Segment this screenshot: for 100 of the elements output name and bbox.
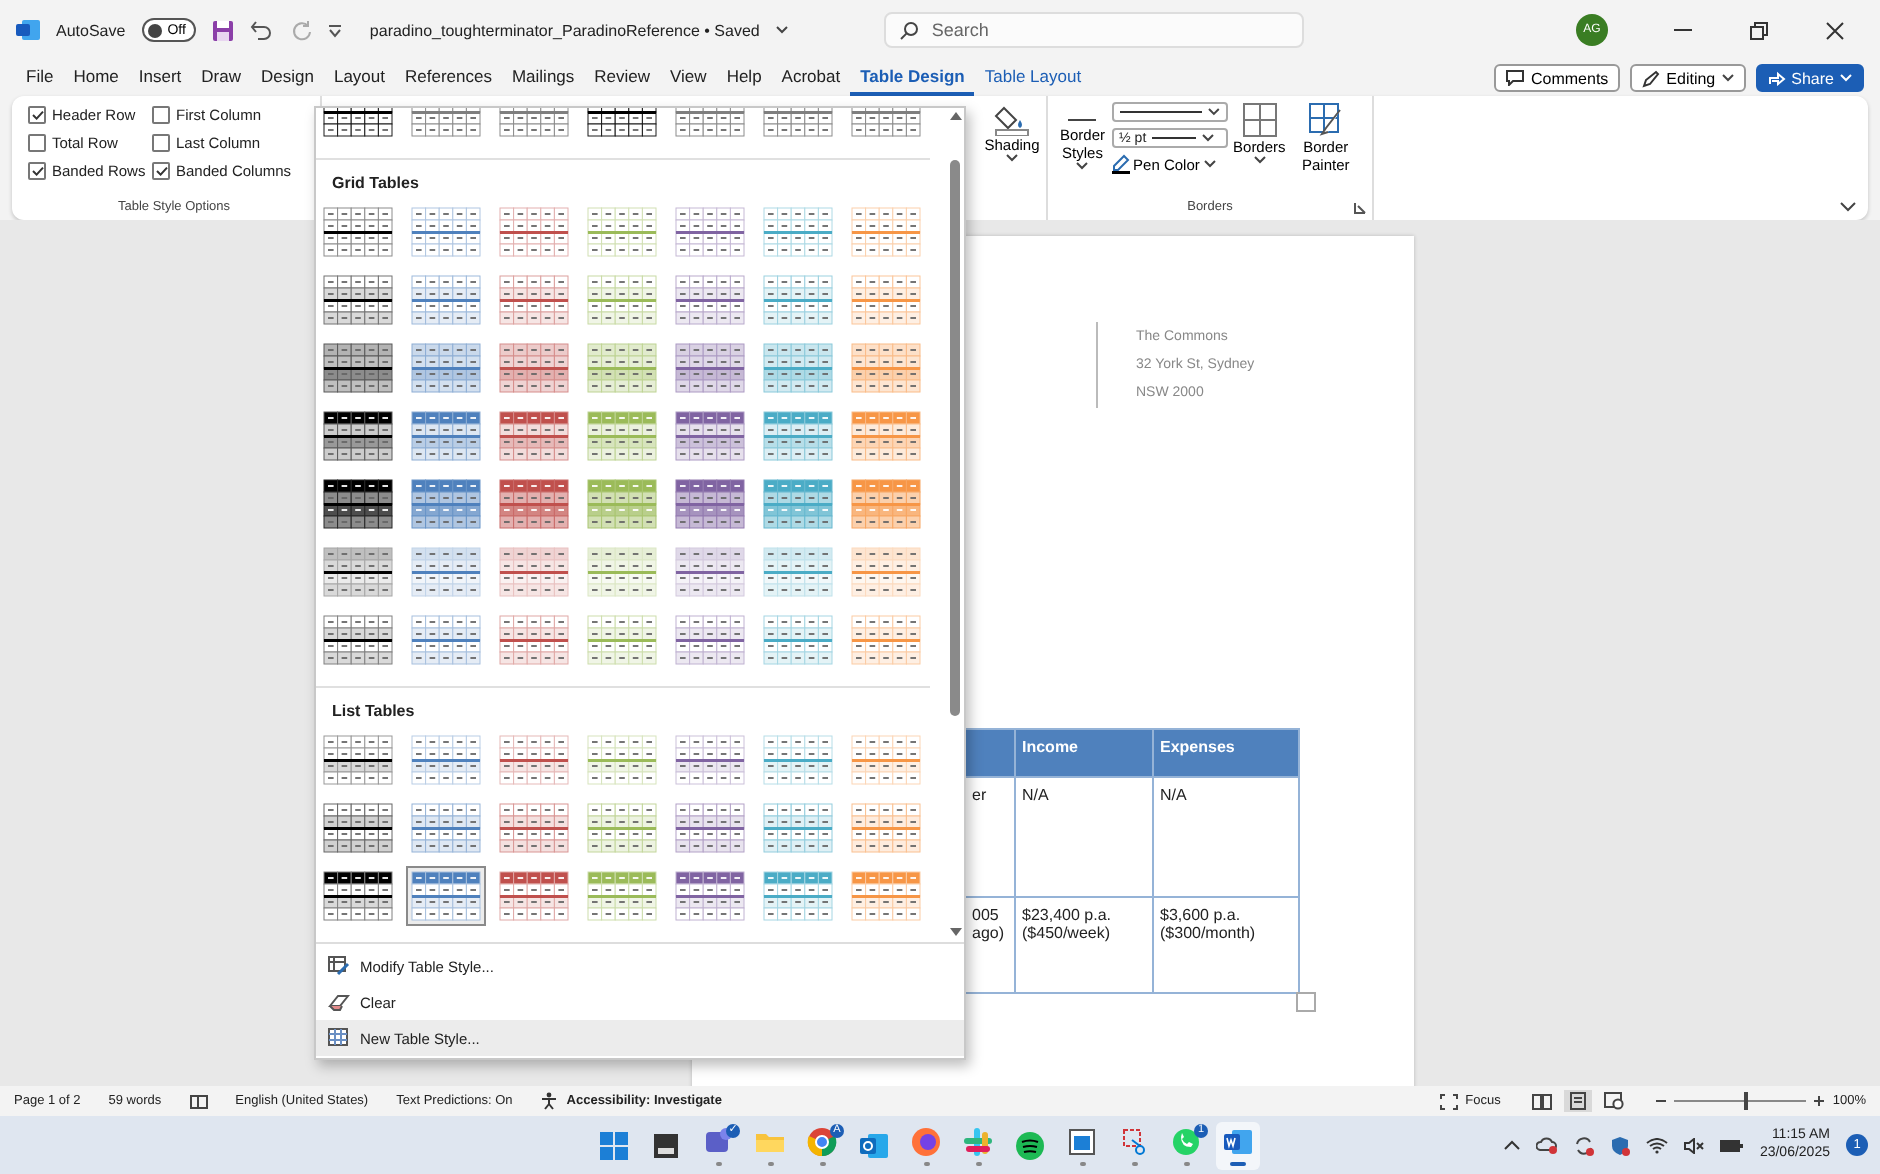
ribbon-tab[interactable]: Help	[716, 60, 772, 96]
proofing-icon[interactable]	[189, 1093, 208, 1109]
table-style-thumbnail[interactable]	[318, 406, 398, 466]
table-style-thumbnail[interactable]	[494, 338, 574, 398]
dialog-launcher-icon[interactable]	[1354, 202, 1366, 214]
table-style-thumbnail[interactable]	[846, 202, 926, 262]
view-button[interactable]	[1600, 1090, 1629, 1112]
table-style-thumbnail[interactable]	[846, 610, 926, 670]
table-style-thumbnail[interactable]	[670, 474, 750, 534]
table-style-thumbnail[interactable]	[318, 474, 398, 534]
table-style-thumbnail[interactable]	[582, 610, 662, 670]
table-style-thumbnail[interactable]	[582, 202, 662, 262]
cloud-icon[interactable]	[1535, 1136, 1558, 1154]
table-style-thumbnail[interactable]	[846, 542, 926, 602]
scroll-up-icon[interactable]	[949, 112, 961, 120]
table-style-thumbnail[interactable]	[670, 610, 750, 670]
line-style-dropdown[interactable]	[1111, 102, 1228, 122]
table-style-thumbnail[interactable]	[318, 866, 398, 926]
table-style-thumbnail[interactable]	[758, 542, 838, 602]
table-style-thumbnail[interactable]	[582, 798, 662, 858]
table-style-thumbnail[interactable]	[406, 798, 486, 858]
battery-icon[interactable]	[1719, 1137, 1744, 1153]
view-button[interactable]	[1564, 1090, 1593, 1112]
table-style-thumbnail[interactable]	[846, 338, 926, 398]
minimize-icon[interactable]	[1673, 28, 1691, 32]
ribbon-tab[interactable]: Insert	[128, 60, 192, 96]
table-style-thumbnail[interactable]	[758, 610, 838, 670]
table-style-thumbnail[interactable]	[494, 798, 574, 858]
table-style-thumbnail[interactable]	[670, 730, 750, 790]
table-style-thumbnail[interactable]	[406, 406, 486, 466]
table-style-thumbnail[interactable]	[758, 406, 838, 466]
table-style-thumbnail[interactable]	[758, 202, 838, 262]
table-style-thumbnail[interactable]	[406, 730, 486, 790]
table-style-thumbnail[interactable]	[670, 338, 750, 398]
speaker-muted-icon[interactable]	[1683, 1137, 1704, 1153]
chevron-up-icon[interactable]	[1503, 1140, 1520, 1150]
ribbon-tab[interactable]: Mailings	[501, 60, 585, 96]
table-style-thumbnail[interactable]	[494, 270, 574, 330]
zoom-slider-thumb[interactable]	[1743, 1092, 1748, 1110]
editing-button[interactable]: Editing	[1630, 64, 1746, 92]
ribbon-tab[interactable]: File	[16, 60, 64, 96]
table-style-thumbnail[interactable]	[846, 866, 926, 926]
undo-icon[interactable]	[249, 20, 274, 40]
sync-icon[interactable]	[1573, 1135, 1594, 1155]
table-style-thumbnail[interactable]	[318, 542, 398, 602]
collapse-ribbon-icon[interactable]	[1840, 202, 1856, 212]
table-style-thumbnail[interactable]	[318, 270, 398, 330]
close-icon[interactable]	[1825, 21, 1843, 39]
table-style-thumbnail[interactable]	[318, 730, 398, 790]
table-style-thumbnail[interactable]	[758, 798, 838, 858]
view-button[interactable]	[1528, 1090, 1557, 1112]
taskbar-app[interactable]	[1216, 1121, 1260, 1169]
table-style-thumbnail[interactable]	[494, 202, 574, 262]
table-style-thumbnail[interactable]	[582, 474, 662, 534]
ribbon-tab[interactable]: Acrobat	[771, 60, 851, 96]
customize-icon[interactable]	[327, 23, 342, 37]
table-style-thumbnail[interactable]	[494, 474, 574, 534]
zoom-out-icon[interactable]	[1656, 1096, 1667, 1106]
scroll-down-icon[interactable]	[949, 928, 961, 936]
table-style-thumbnail[interactable]	[406, 270, 486, 330]
ribbon-tab[interactable]: View	[660, 60, 717, 96]
table-style-thumbnail[interactable]	[758, 474, 838, 534]
wifi-icon[interactable]	[1645, 1137, 1668, 1153]
ribbon-tab[interactable]: Home	[63, 60, 129, 96]
table-style-thumbnail[interactable]	[670, 542, 750, 602]
table-style-thumbnail[interactable]	[582, 270, 662, 330]
table-style-thumbnail[interactable]	[670, 406, 750, 466]
table-style-thumbnail[interactable]	[406, 866, 486, 926]
table-style-thumbnail[interactable]	[846, 406, 926, 466]
table-style-thumbnail[interactable]	[670, 270, 750, 330]
table-style-thumbnail[interactable]	[494, 610, 574, 670]
table-style-thumbnail[interactable]	[670, 798, 750, 858]
table-style-thumbnail[interactable]	[758, 270, 838, 330]
table-style-thumbnail[interactable]	[406, 338, 486, 398]
document-title[interactable]: paradino_toughterminator_ParadinoReference • Saved	[369, 21, 760, 39]
table-style-thumbnail[interactable]	[758, 730, 838, 790]
table-style-thumbnail[interactable]	[846, 270, 926, 330]
ribbon-tab[interactable]: Draw	[191, 60, 251, 96]
table-style-thumbnail[interactable]	[582, 542, 662, 602]
ribbon-tab[interactable]: References	[395, 60, 502, 96]
zoom-in-icon[interactable]	[1814, 1096, 1825, 1106]
table-style-thumbnail[interactable]	[494, 542, 574, 602]
ribbon-tab[interactable]: Layout	[323, 60, 395, 96]
table-style-thumbnail[interactable]	[494, 866, 574, 926]
table-style-thumbnail[interactable]	[406, 610, 486, 670]
table-style-thumbnail[interactable]	[318, 202, 398, 262]
table-style-thumbnail[interactable]	[758, 338, 838, 398]
save-icon[interactable]	[211, 19, 234, 41]
table-style-thumbnail[interactable]	[582, 406, 662, 466]
table-style-thumbnail[interactable]	[846, 730, 926, 790]
table-style-thumbnail[interactable]	[318, 798, 398, 858]
shield-icon[interactable]	[1609, 1135, 1630, 1155]
table-style-thumbnail[interactable]	[670, 866, 750, 926]
scrollbar-thumb[interactable]	[950, 160, 960, 716]
table-style-thumbnail[interactable]	[582, 730, 662, 790]
ribbon-tab[interactable]: Review	[584, 60, 661, 96]
table-resize-handle[interactable]	[1296, 992, 1316, 1012]
ribbon-tab[interactable]: Design	[251, 60, 324, 96]
table-style-thumbnail[interactable]	[494, 406, 574, 466]
search-field[interactable]: Search	[883, 12, 1304, 48]
